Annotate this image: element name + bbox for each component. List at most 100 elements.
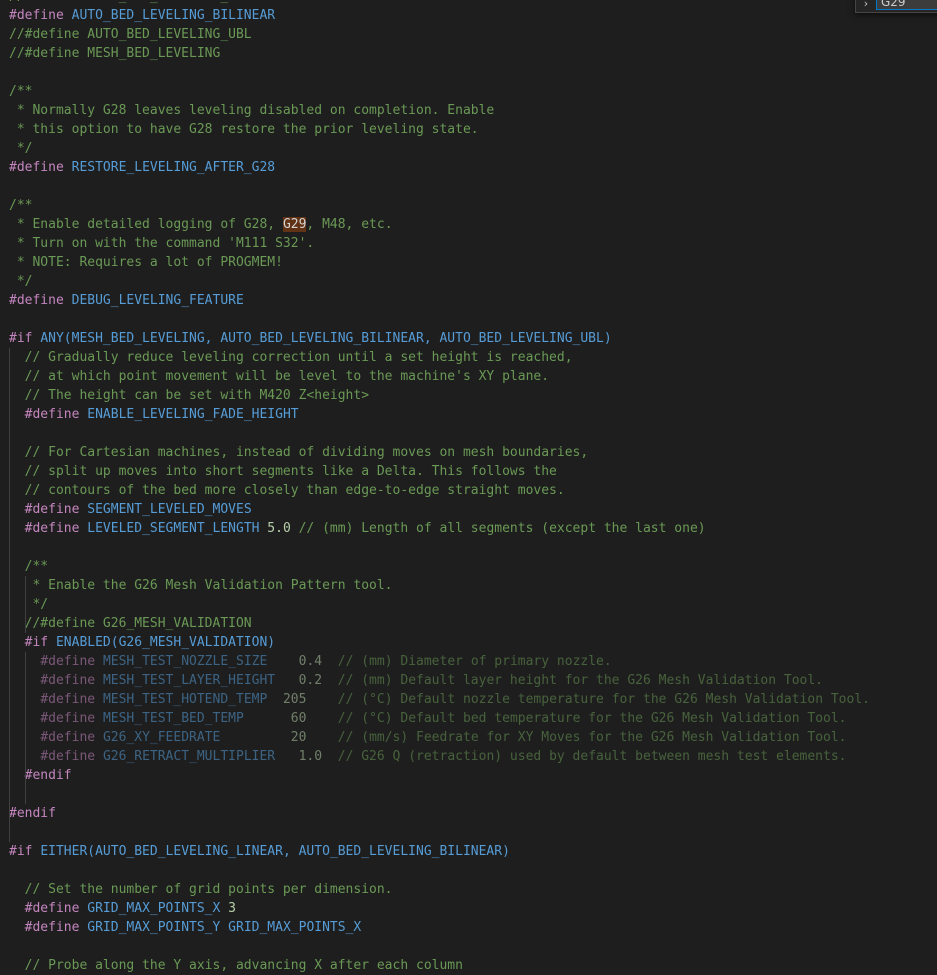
indent-guide [9,690,10,709]
code-token: ENABLE_LEVELING_FADE_HEIGHT [87,407,299,422]
code-line[interactable]: // contours of the bed more closely than… [0,481,937,500]
code-token: #define [9,160,64,175]
code-line[interactable]: #define ENABLE_LEVELING_FADE_HEIGHT [0,405,937,424]
code-line[interactable]: #define MESH_TEST_BED_TEMP 60 // (°C) De… [0,709,937,728]
indent-guide [24,576,26,595]
indent-guide [9,538,10,557]
indent-guide [24,747,26,766]
code-line[interactable]: #define MESH_TEST_HOTEND_TEMP 205 // (°C… [0,690,937,709]
code-line[interactable]: #endif [0,766,937,785]
code-line[interactable]: #define SEGMENT_LEVELED_MOVES [0,500,937,519]
code-token: // Gradually reduce leveling correction … [24,350,573,365]
code-line[interactable] [0,861,937,880]
code-line[interactable]: */ [0,595,937,614]
code-line[interactable] [0,785,937,804]
code-token: MESH_TEST_BED_TEMP [102,711,244,726]
code-line[interactable] [0,310,937,329]
indent-guide [9,557,10,576]
code-token: 1.0 [298,749,323,764]
code-line[interactable]: #define G26_RETRACT_MULTIPLIER 1.0 // G2… [0,747,937,766]
code-line[interactable]: // Set the number of grid points per dim… [0,880,937,899]
code-line[interactable]: //#define AUTO_BED_LEVELING_UBL [0,25,937,44]
code-line[interactable] [0,177,937,196]
code-line[interactable]: // Probe along the Y axis, advancing X a… [0,956,937,975]
code-line[interactable]: #if ENABLED(G26_MESH_VALIDATION) [0,633,937,652]
code-token: // (mm) Default layer height for the G26… [337,673,824,688]
code-line[interactable]: * NOTE: Requires a lot of PROGMEM! [0,253,937,272]
indent-guide [9,728,10,747]
find-input[interactable] [876,0,937,10]
code-line[interactable]: #define MESH_TEST_LAYER_HEIGHT 0.2 // (m… [0,671,937,690]
code-line[interactable]: */ [0,272,937,291]
code-token: #define [24,521,80,536]
code-line[interactable]: #define DEBUG_LEVELING_FEATURE [0,291,937,310]
indent-guide [24,766,26,785]
code-line[interactable]: /** [0,557,937,576]
code-line[interactable]: //#define G26_MESH_VALIDATION [0,614,937,633]
code-line[interactable]: #if EITHER(AUTO_BED_LEVELING_LINEAR, AUT… [0,842,937,861]
code-token: //#define G26_MESH_VALIDATION [24,616,252,631]
code-line[interactable]: //#define MESH_BED_LEVELING [0,44,937,63]
code-line[interactable]: // The height can be set with M420 Z<hei… [0,386,937,405]
code-token: * NOTE: Requires a lot of PROGMEM! [9,255,283,270]
code-token: // at which point movement will be level… [24,369,550,384]
code-line[interactable] [0,538,937,557]
code-line[interactable]: #define GRID_MAX_POINTS_Y GRID_MAX_POINT… [0,918,937,937]
code-line[interactable]: */ [0,139,937,158]
code-token: #if [24,635,49,650]
code-line[interactable]: #define G26_XY_FEEDRATE 20 // (mm/s) Fee… [0,728,937,747]
code-line[interactable]: #define MESH_TEST_NOZZLE_SIZE 0.4 // (mm… [0,652,937,671]
code-token: AUTO_BED_LEVELING_BILINEAR [71,8,276,23]
code-token: 3 [228,901,236,916]
code-token: */ [24,597,49,612]
code-line[interactable]: // at which point movement will be level… [0,367,937,386]
code-line[interactable]: #define LEVELED_SEGMENT_LENGTH 5.0 // (m… [0,519,937,538]
indent-guide [24,652,26,671]
code-line[interactable]: /** [0,82,937,101]
code-line[interactable]: #define AUTO_BED_LEVELING_BILINEAR [0,6,937,25]
code-line[interactable]: /** [0,196,937,215]
code-line[interactable]: #define RESTORE_LEVELING_AFTER_G28 [0,158,937,177]
indent-guide [24,728,26,747]
code-line[interactable] [0,63,937,82]
code-token: #define [40,711,96,726]
code-line[interactable]: * Enable the G26 Mesh Validation Pattern… [0,576,937,595]
code-token: //#define AUTO_BED_LEVELING_UBL [9,27,252,42]
code-line[interactable] [0,937,937,956]
code-line[interactable]: #define GRID_MAX_POINTS_X 3 [0,899,937,918]
code-line[interactable] [0,823,937,842]
indent-guide [9,443,10,462]
code-token: ENABLED(G26_MESH_VALIDATION) [55,635,276,650]
chevron-right-icon[interactable]: › [860,0,872,10]
code-editor[interactable]: //#define AUTO_BED_LEVELING_LINEAR #defin… [0,0,937,975]
code-line[interactable]: #if ANY(MESH_BED_LEVELING, AUTO_BED_LEVE… [0,329,937,348]
code-line[interactable]: // split up moves into short segments li… [0,462,937,481]
code-line[interactable]: // Gradually reduce leveling correction … [0,348,937,367]
code-line[interactable] [0,424,937,443]
code-token: #define [9,293,64,308]
code-token: #endif [24,768,72,783]
indent-guide [24,785,26,804]
code-token: // (mm) Length of all segments (except t… [298,521,706,536]
code-line[interactable]: * Turn on with the command 'M111 S32'. [0,234,937,253]
code-token: #define [40,749,96,764]
code-line[interactable]: #endif [0,804,937,823]
code-token: MESH_TEST_NOZZLE_SIZE [102,654,268,669]
code-line[interactable]: * this option to have G28 restore the pr… [0,120,937,139]
code-line[interactable]: * Normally G28 leaves leveling disabled … [0,101,937,120]
code-line[interactable]: // For Cartesian machines, instead of di… [0,443,937,462]
indent-guide [9,709,10,728]
code-line[interactable]: * Enable detailed logging of G28, G29, M… [0,215,937,234]
